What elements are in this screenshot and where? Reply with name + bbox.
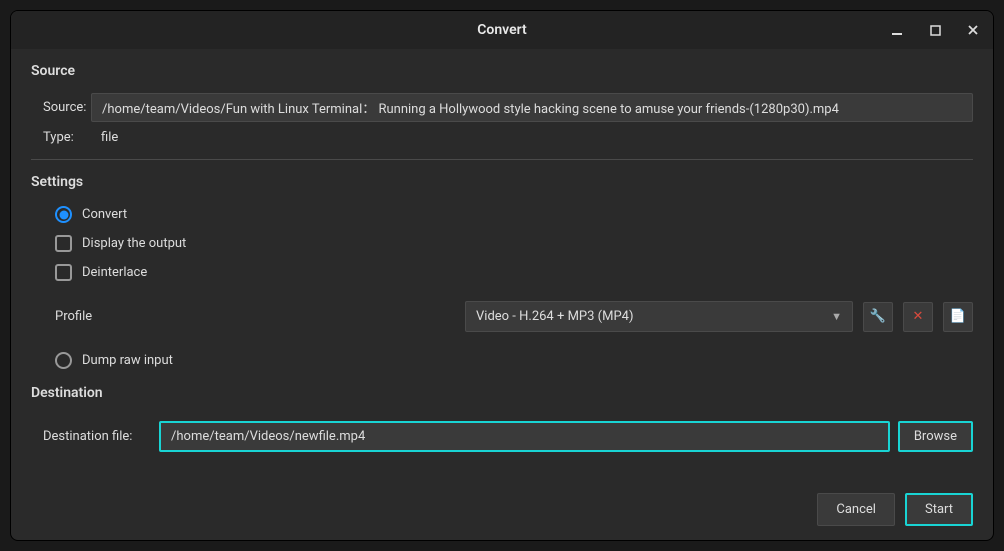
destination-section-title: Destination: [31, 385, 973, 401]
profile-value: Video - H.264 + MP3 (MP4): [476, 309, 633, 324]
destination-input[interactable]: [159, 421, 890, 452]
wrench-icon: 🔧: [870, 309, 886, 324]
dump-raw-radio[interactable]: [55, 352, 72, 369]
display-output-checkbox[interactable]: [55, 235, 72, 252]
dump-raw-label: Dump raw input: [82, 353, 173, 368]
type-value: file: [91, 130, 118, 145]
dialog-content: Source Source: Type: file Settings Conve…: [11, 49, 993, 540]
convert-dialog: Convert Source Source: Type: file Settin…: [10, 10, 994, 541]
chevron-down-icon: ▼: [831, 310, 842, 323]
start-button[interactable]: Start: [905, 493, 973, 526]
cancel-button[interactable]: Cancel: [817, 493, 895, 526]
minimize-button[interactable]: [885, 18, 909, 42]
delete-profile-button[interactable]: ✕: [903, 302, 933, 332]
maximize-button[interactable]: [923, 18, 947, 42]
x-icon: ✕: [913, 309, 924, 324]
new-icon: 📄: [950, 309, 966, 324]
dialog-footer: Cancel Start: [31, 481, 973, 526]
profile-select[interactable]: Video - H.264 + MP3 (MP4) ▼: [465, 301, 853, 332]
deinterlace-label: Deinterlace: [82, 265, 147, 280]
window-controls: [885, 18, 985, 42]
source-section-title: Source: [31, 63, 973, 79]
display-output-label: Display the output: [82, 236, 186, 251]
convert-label: Convert: [82, 207, 127, 222]
source-input[interactable]: [91, 93, 973, 122]
window-title: Convert: [477, 22, 526, 38]
source-label: Source:: [31, 100, 91, 115]
close-button[interactable]: [961, 18, 985, 42]
browse-button[interactable]: Browse: [898, 421, 973, 452]
settings-section-title: Settings: [31, 174, 973, 190]
edit-profile-button[interactable]: 🔧: [863, 302, 893, 332]
divider: [31, 159, 973, 160]
deinterlace-checkbox[interactable]: [55, 264, 72, 281]
convert-radio[interactable]: [55, 206, 72, 223]
destination-label: Destination file:: [31, 429, 151, 444]
new-profile-button[interactable]: 📄: [943, 302, 973, 332]
type-label: Type:: [31, 130, 91, 145]
titlebar: Convert: [11, 11, 993, 49]
profile-label: Profile: [55, 309, 455, 324]
